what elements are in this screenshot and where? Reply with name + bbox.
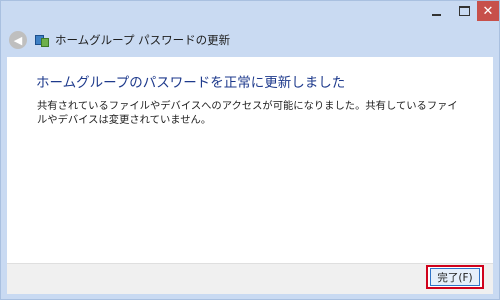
wizard-title-bar: ◀ ホームグループ パスワードの更新 bbox=[7, 25, 493, 55]
close-icon: ✕ bbox=[482, 3, 494, 19]
homegroup-icon bbox=[35, 33, 49, 47]
back-arrow-icon: ◀ bbox=[13, 33, 23, 47]
back-button[interactable]: ◀ bbox=[9, 31, 27, 49]
close-button[interactable]: ✕ bbox=[477, 1, 499, 21]
window-title: ホームグループ パスワードの更新 bbox=[55, 33, 231, 47]
minimize-button[interactable] bbox=[421, 1, 451, 21]
status-message: 共有されているファイルやデバイスへのアクセスが可能になりました。共有しているファ… bbox=[37, 100, 458, 126]
finish-button-highlight: 完了(F) bbox=[426, 265, 484, 289]
finish-button[interactable]: 完了(F) bbox=[430, 268, 480, 286]
wizard-footer: 完了(F) bbox=[7, 263, 493, 294]
wizard-content: ホームグループのパスワードを正常に更新しました 共有されているファイルやデバイス… bbox=[7, 57, 493, 263]
minimize-icon bbox=[431, 14, 441, 16]
wizard-window: ✕ ◀ ホームグループ パスワードの更新 ホームグループのパスワードを正常に更新… bbox=[0, 0, 500, 300]
page-heading: ホームグループのパスワードを正常に更新しました bbox=[36, 75, 346, 91]
maximize-icon bbox=[458, 6, 470, 16]
maximize-button[interactable] bbox=[451, 1, 477, 21]
